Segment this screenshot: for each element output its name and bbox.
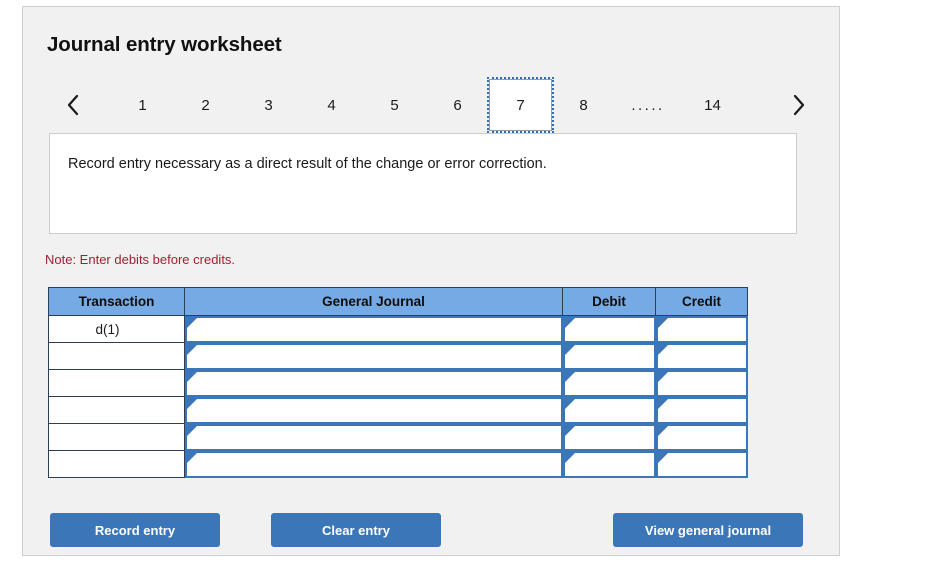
debit-cell[interactable] xyxy=(562,342,656,370)
debit-cell-input[interactable] xyxy=(562,342,656,370)
column-header-credit: Credit xyxy=(655,287,748,316)
pagination-page-7[interactable]: 7 xyxy=(487,77,554,133)
credit-cell[interactable] xyxy=(655,396,748,424)
table-row xyxy=(48,423,748,451)
debit-cell[interactable] xyxy=(562,369,656,397)
debit-cell[interactable] xyxy=(562,316,656,343)
table-row xyxy=(48,342,748,370)
journal-table-body: d(1) xyxy=(48,315,748,478)
pagination-pages: 1 2 3 4 5 6 7 8..... 14 xyxy=(111,77,744,133)
pagination-ellipsis: ..... xyxy=(631,96,665,114)
general-journal-cell[interactable] xyxy=(185,423,563,451)
instruction-text: Record entry necessary as a direct resul… xyxy=(68,156,547,172)
debit-cell[interactable] xyxy=(562,396,656,424)
credit-cell[interactable] xyxy=(655,342,748,370)
pagination-page-1[interactable]: 1 xyxy=(111,79,174,131)
pagination: 1 2 3 4 5 6 7 8..... 14 xyxy=(41,77,823,133)
debit-cell[interactable] xyxy=(562,450,656,478)
general-journal-cell[interactable] xyxy=(185,342,563,370)
general-journal-cell[interactable] xyxy=(185,450,563,478)
table-row xyxy=(48,369,748,397)
transaction-cell[interactable] xyxy=(48,423,185,451)
table-row: d(1) xyxy=(48,315,748,343)
credit-cell-input[interactable] xyxy=(655,342,748,370)
pagination-page-2[interactable]: 2 xyxy=(174,79,237,131)
chevron-left-icon[interactable] xyxy=(55,87,91,123)
general-journal-cell-input[interactable] xyxy=(185,450,563,478)
transaction-cell[interactable] xyxy=(48,342,185,370)
table-header-row: Transaction General Journal Debit Credit xyxy=(48,287,748,316)
journal-entry-table: Transaction General Journal Debit Credit… xyxy=(48,287,748,478)
credit-cell[interactable] xyxy=(655,450,748,478)
debit-cell-input[interactable] xyxy=(562,396,656,424)
table-row xyxy=(48,450,748,478)
debit-cell[interactable] xyxy=(562,423,656,451)
credit-cell[interactable] xyxy=(655,316,748,343)
column-header-debit: Debit xyxy=(562,287,656,316)
credit-cell-input[interactable] xyxy=(655,316,748,343)
general-journal-cell-input[interactable] xyxy=(185,423,563,451)
pagination-page-6[interactable]: 6 xyxy=(426,79,489,131)
record-entry-button[interactable]: Record entry xyxy=(50,513,220,547)
general-journal-cell[interactable] xyxy=(185,396,563,424)
transaction-cell[interactable]: d(1) xyxy=(48,315,185,343)
credit-cell-input[interactable] xyxy=(655,369,748,397)
credit-cell-input[interactable] xyxy=(655,450,748,478)
debit-cell-input[interactable] xyxy=(562,423,656,451)
credit-cell[interactable] xyxy=(655,423,748,451)
transaction-cell[interactable] xyxy=(48,369,185,397)
clear-entry-button[interactable]: Clear entry xyxy=(271,513,441,547)
pagination-page-8[interactable]: 8 xyxy=(552,79,615,131)
transaction-cell[interactable] xyxy=(48,396,185,424)
general-journal-cell-input[interactable] xyxy=(185,369,563,397)
page-title: Journal entry worksheet xyxy=(47,33,282,56)
credit-cell-input[interactable] xyxy=(655,396,748,424)
column-header-general-journal: General Journal xyxy=(184,287,563,316)
view-general-journal-button[interactable]: View general journal xyxy=(613,513,803,547)
pagination-page-3[interactable]: 3 xyxy=(237,79,300,131)
debit-cell-input[interactable] xyxy=(562,316,656,343)
general-journal-cell-input[interactable] xyxy=(185,316,563,343)
worksheet-card: Journal entry worksheet 1 2 3 4 5 6 7 8..... 14 … xyxy=(22,6,840,556)
pagination-page-5[interactable]: 5 xyxy=(363,79,426,131)
general-journal-cell-input[interactable] xyxy=(185,396,563,424)
column-header-transaction: Transaction xyxy=(48,287,185,316)
pagination-page-14[interactable]: 14 xyxy=(681,79,744,131)
debit-cell-input[interactable] xyxy=(562,369,656,397)
pagination-page-4[interactable]: 4 xyxy=(300,79,363,131)
debit-cell-input[interactable] xyxy=(562,450,656,478)
general-journal-cell-input[interactable] xyxy=(185,342,563,370)
general-journal-cell[interactable] xyxy=(185,369,563,397)
instruction-box: Record entry necessary as a direct resul… xyxy=(49,133,797,234)
note-text: Note: Enter debits before credits. xyxy=(45,252,236,267)
table-row xyxy=(48,396,748,424)
credit-cell-input[interactable] xyxy=(655,423,748,451)
general-journal-cell[interactable] xyxy=(185,316,563,343)
transaction-cell[interactable] xyxy=(48,450,185,478)
credit-cell[interactable] xyxy=(655,369,748,397)
chevron-right-icon[interactable] xyxy=(781,87,817,123)
